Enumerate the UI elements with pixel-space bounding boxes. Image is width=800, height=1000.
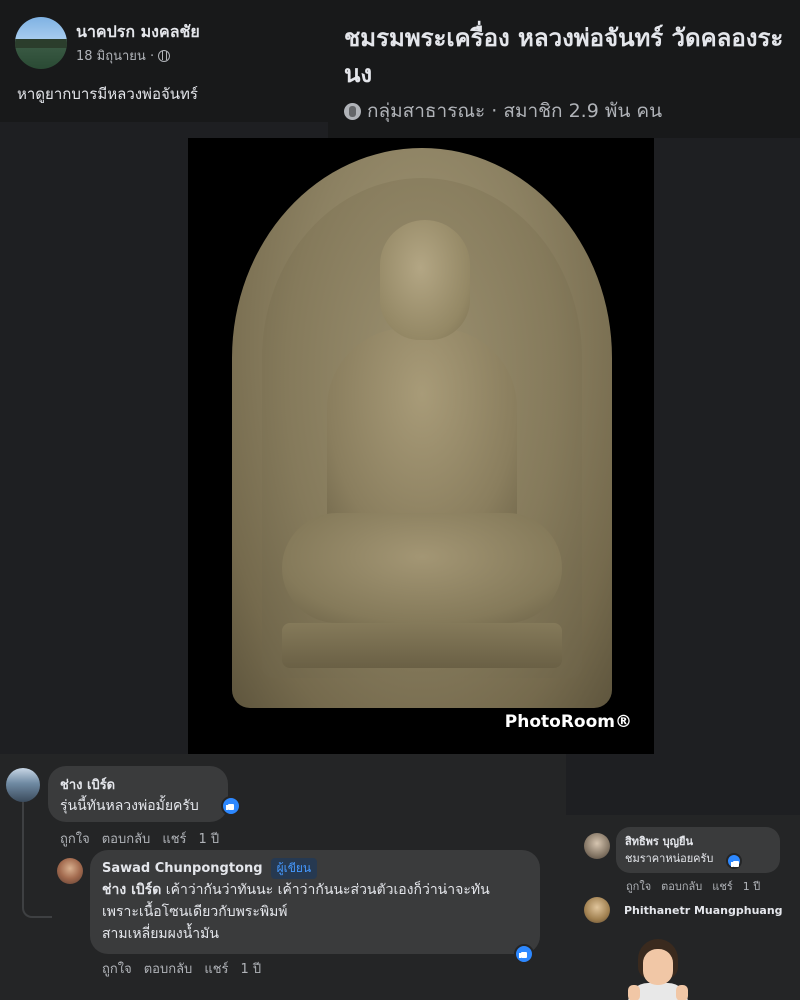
comment-bubble: Sawad Chunpongtong ผู้เขียน ช่าง เบิร์ด เ… [90,850,540,954]
group-title[interactable]: ชมรมพระเครื่อง หลวงพ่อจันทร์ วัดคลองระนง [344,20,794,92]
like-button[interactable]: ถูกใจ [626,877,651,895]
comment-time[interactable]: 1 ปี [199,828,220,849]
monk-figure-legs [282,513,562,623]
emoji-hand-right [676,985,688,1000]
emoji-person-icon [628,939,688,1000]
like-button[interactable]: ถูกใจ [102,958,132,979]
author-avatar[interactable] [15,17,67,69]
side-comments: สิทธิพร บุญยืน ชมราคาหน่อยครับ ถูกใจ ตอบ… [566,815,800,1000]
comment-actions: ถูกใจ ตอบกลับ แชร์ 1 ปี [60,828,219,849]
comment-bubble: ช่าง เบิร์ด รุ่นนี้ทันหลวงพ่อมั้ยครับ [48,766,228,822]
avatar[interactable] [6,768,40,802]
amulet-inner [262,178,582,678]
avatar[interactable] [584,833,610,859]
comment-author[interactable]: Sawad Chunpongtong [102,861,263,876]
comment-text: ชมราคาหน่อยครับ [625,852,714,865]
avatar[interactable] [57,858,83,884]
mention-tag[interactable]: ช่าง เบิร์ด [102,882,161,898]
like-button[interactable]: ถูกใจ [60,828,90,849]
post-text: หาดูยากบารมีหลวงพ่อจันทร์ [17,85,198,103]
reply-button[interactable]: ตอบกลับ [144,958,193,979]
comment-actions: ถูกใจ ตอบกลับ แชร์ 1 ปี [626,877,760,895]
comment-time[interactable]: 1 ปี [743,877,760,895]
group-header: ชมรมพระเครื่อง หลวงพ่อจันทร์ วัดคลองระนง… [328,0,800,138]
comment-author-row: Sawad Chunpongtong ผู้เขียน [102,858,528,879]
post-header: นาคปรก มงคลชัย 18 มิถุนายน · หาดูยากบารม… [0,0,328,122]
comment-actions: ถูกใจ ตอบกลับ แชร์ 1 ปี [102,958,261,979]
share-button[interactable]: แชร์ [712,877,732,895]
comment-author[interactable]: สิทธิพร บุญยืน [625,832,771,850]
amulet-base [282,623,562,668]
like-reaction-icon[interactable] [726,853,742,869]
monk-figure-head [380,220,470,340]
globe-icon [344,102,361,120]
post-author-name[interactable]: นาคปรก มงคลชัย [76,20,200,45]
emoji-hand-left [628,985,640,1000]
share-button[interactable]: แชร์ [204,958,228,979]
group-meta: กลุ่มสาธารณะ · สมาชิก 2.9 พัน คน [344,96,662,126]
comment-text-line3: สามเหลี่ยมผงน้ำมัน [102,926,219,942]
like-reaction-icon[interactable] [514,944,534,964]
reply-button[interactable]: ตอบกลับ [102,828,151,849]
like-reaction-icon[interactable] [221,796,241,816]
post-photo[interactable]: PhotoRoom® [188,138,654,754]
thread-connector [22,800,52,918]
group-meta-text: กลุ่มสาธารณะ · สมาชิก 2.9 พัน คน [367,100,663,122]
comment-text: รุ่นนี้ทันหลวงพ่อมั้ยครับ [60,798,199,814]
comment-author[interactable]: Phithanetr Muangphuang [624,904,783,917]
comment-text-line1: เค้าว่ากันว่าทันนะ เค้าว่ากันนะส่วนตัวเอ… [161,882,490,898]
post-meta: 18 มิถุนายน · [76,45,171,66]
amulet-image [232,148,612,708]
photo-watermark: PhotoRoom® [504,712,632,732]
globe-icon [158,49,171,62]
author-badge: ผู้เขียน [270,858,318,879]
comment-time[interactable]: 1 ปี [241,958,262,979]
share-button[interactable]: แชร์ [162,828,186,849]
avatar[interactable] [584,897,610,923]
comments-section: ช่าง เบิร์ด รุ่นนี้ทันหลวงพ่อมั้ยครับ ถู… [0,754,566,1000]
reply-button[interactable]: ตอบกลับ [661,877,702,895]
comment-author[interactable]: ช่าง เบิร์ด [60,774,216,795]
comment-bubble: สิทธิพร บุญยืน ชมราคาหน่อยครับ [616,827,780,873]
emoji-face [643,949,673,985]
post-date[interactable]: 18 มิถุนายน · [76,45,154,66]
comment-text-line2: เพราะเนื้อโซนเดียวกับพระพิมพ์ [102,904,288,920]
comment-text: ช่าง เบิร์ด เค้าว่ากันว่าทันนะ เค้าว่ากั… [102,879,528,901]
